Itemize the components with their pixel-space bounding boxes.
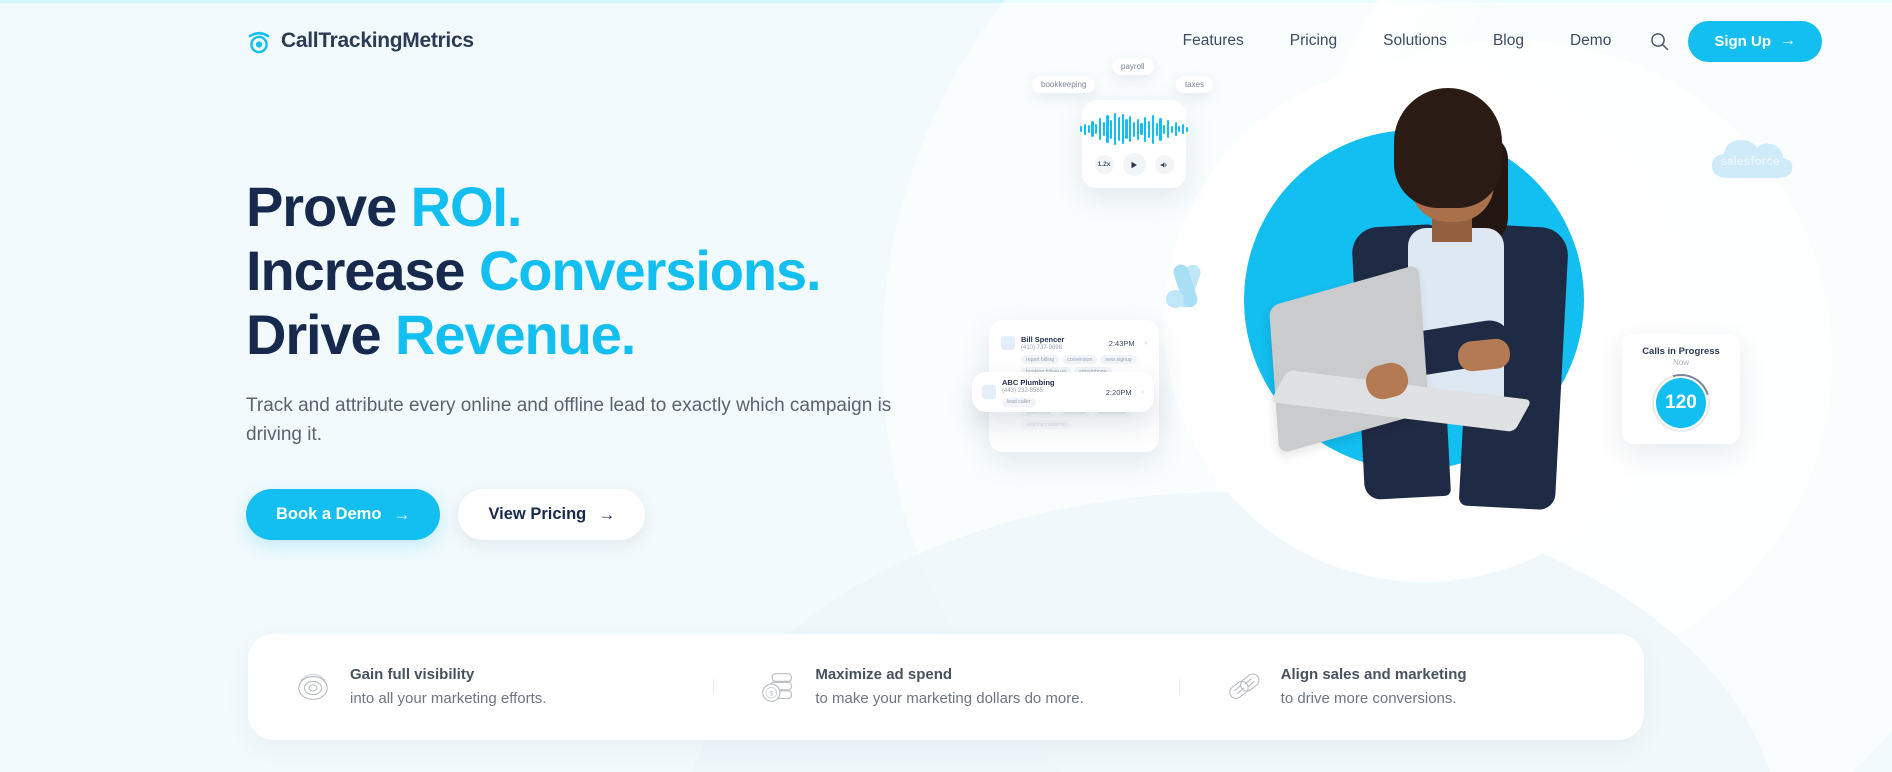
phone-ring-icon: [248, 31, 270, 54]
feature-description: into all your marketing efforts.: [350, 689, 547, 707]
arrow-right-icon: →: [393, 505, 411, 525]
feature-description: to make your marketing dollars do more.: [815, 689, 1084, 707]
nav-link-features[interactable]: Features: [1160, 24, 1267, 58]
headline-3-dark: Drive: [246, 302, 396, 366]
avatar: [982, 385, 996, 399]
playback-speed-button[interactable]: 1.2x: [1094, 155, 1114, 174]
headline-2-dark: Increase: [246, 238, 479, 302]
headline-1-dark: Prove: [246, 175, 411, 238]
calls-in-progress-value: 120: [1656, 378, 1706, 428]
feature-alignment: Align sales and marketing to drive more …: [1178, 665, 1644, 708]
view-pricing-button[interactable]: View Pricing →: [458, 489, 646, 541]
call-tag: conversion: [1062, 355, 1098, 364]
nav-link-pricing[interactable]: Pricing: [1267, 24, 1360, 58]
hero-cta-row: Book a Demo → View Pricing →: [246, 489, 946, 541]
call-tag: report billing: [1021, 355, 1060, 364]
calls-gauge: 120: [1641, 363, 1721, 443]
call-time: 2:43PM: [1108, 338, 1135, 348]
google-ads-logo-icon: [1166, 264, 1201, 308]
linked-chain-icon: [1228, 673, 1260, 700]
eye-icon: [298, 673, 328, 700]
hero-illustration: salesforce bookkeeping payroll taxes 1.2…: [972, 52, 1854, 612]
nav-link-demo[interactable]: Demo: [1547, 24, 1634, 58]
brand-logo[interactable]: CallTrackingMetrics: [246, 28, 474, 54]
feature-title: Gain full visibility: [350, 666, 475, 684]
call-recording-player-card: 1.2x: [1079, 100, 1189, 188]
calls-in-progress-subtitle: Now: [1672, 358, 1689, 367]
volume-button[interactable]: [1154, 155, 1174, 174]
page-title: Prove ROI. Increase Conversions. Drive R…: [246, 175, 946, 366]
feature-ad-spend: $ Maximize ad spend to make your marketi…: [713, 665, 1178, 708]
signup-button[interactable]: Sign Up →: [1688, 20, 1822, 62]
nav-link-blog[interactable]: Blog: [1470, 24, 1547, 58]
svg-text:salesforce: salesforce: [1720, 154, 1780, 168]
play-icon: [1131, 161, 1137, 168]
volume-icon: [1160, 161, 1167, 168]
avatar: [1001, 336, 1015, 350]
hero-copy-block: Prove ROI. Increase Conversions. Drive R…: [246, 175, 946, 541]
play-button[interactable]: [1122, 153, 1146, 176]
calls-in-progress-title: Calls in Progress: [1642, 346, 1720, 357]
search-button[interactable]: [1642, 24, 1676, 58]
money-stack-icon: $: [762, 673, 793, 702]
headline-line-2: Increase Conversions.: [246, 239, 946, 303]
feature-visibility: Gain full visibility into all your marke…: [248, 665, 713, 708]
feature-title: Maximize ad spend: [815, 666, 953, 684]
chevron-right-icon: ›: [1144, 339, 1147, 347]
search-icon: [1650, 32, 1668, 50]
headline-1-accent: ROI.: [410, 175, 523, 238]
call-time: 2:20PM: [1105, 387, 1132, 397]
call-tag: new signup: [1100, 355, 1137, 364]
arrow-right-icon: →: [598, 505, 616, 525]
audio-waveform-icon: [1079, 112, 1189, 146]
signup-label: Sign Up: [1714, 32, 1771, 50]
site-header: CallTrackingMetrics Features Pricing Sol…: [0, 0, 1892, 82]
call-tag-list: lead caller: [1002, 397, 1055, 407]
feature-description: to drive more conversions.: [1280, 689, 1457, 707]
audio-controls: 1.2x: [1094, 153, 1174, 176]
caller-name: Bill Spencer: [1021, 335, 1065, 344]
caller-name: ABC Plumbing: [1002, 377, 1055, 387]
headline-line-1: Prove ROI.: [246, 175, 946, 239]
nav-link-solutions[interactable]: Solutions: [1360, 24, 1470, 58]
arrow-right-icon: →: [1780, 32, 1796, 49]
main-navigation: Features Pricing Solutions Blog Demo Sig…: [1160, 20, 1822, 62]
call-tag: lead caller: [1002, 397, 1036, 407]
headline-3-accent: Revenue.: [395, 302, 636, 366]
calls-in-progress-card: Calls in Progress Now 120: [1622, 334, 1740, 444]
book-a-demo-label: Book a Demo: [276, 505, 382, 524]
hero-subheading: Track and attribute every online and off…: [246, 395, 892, 445]
salesforce-logo-icon: salesforce: [1712, 140, 1793, 178]
call-tag: existing customer: [1021, 420, 1072, 429]
headline-2-accent: Conversions.: [478, 238, 822, 302]
chevron-right-icon: ›: [1141, 388, 1144, 396]
feature-title: Align sales and marketing: [1280, 666, 1467, 684]
feature-highlights-bar: Gain full visibility into all your marke…: [248, 634, 1644, 740]
brand-name: CallTrackingMetrics: [281, 29, 474, 52]
svg-text:$: $: [770, 691, 774, 698]
highlighted-call-card[interactable]: ABC Plumbing (443) 232-8565 lead caller …: [972, 372, 1154, 412]
caller-number: (443) 232-8565: [1002, 387, 1044, 394]
book-a-demo-button[interactable]: Book a Demo →: [246, 489, 441, 541]
woman-with-laptop-photo: [1268, 88, 1582, 518]
caller-number: (410) 737-9898: [1021, 345, 1063, 351]
headline-line-3: Drive Revenue.: [246, 303, 946, 367]
view-pricing-label: View Pricing: [488, 505, 587, 524]
